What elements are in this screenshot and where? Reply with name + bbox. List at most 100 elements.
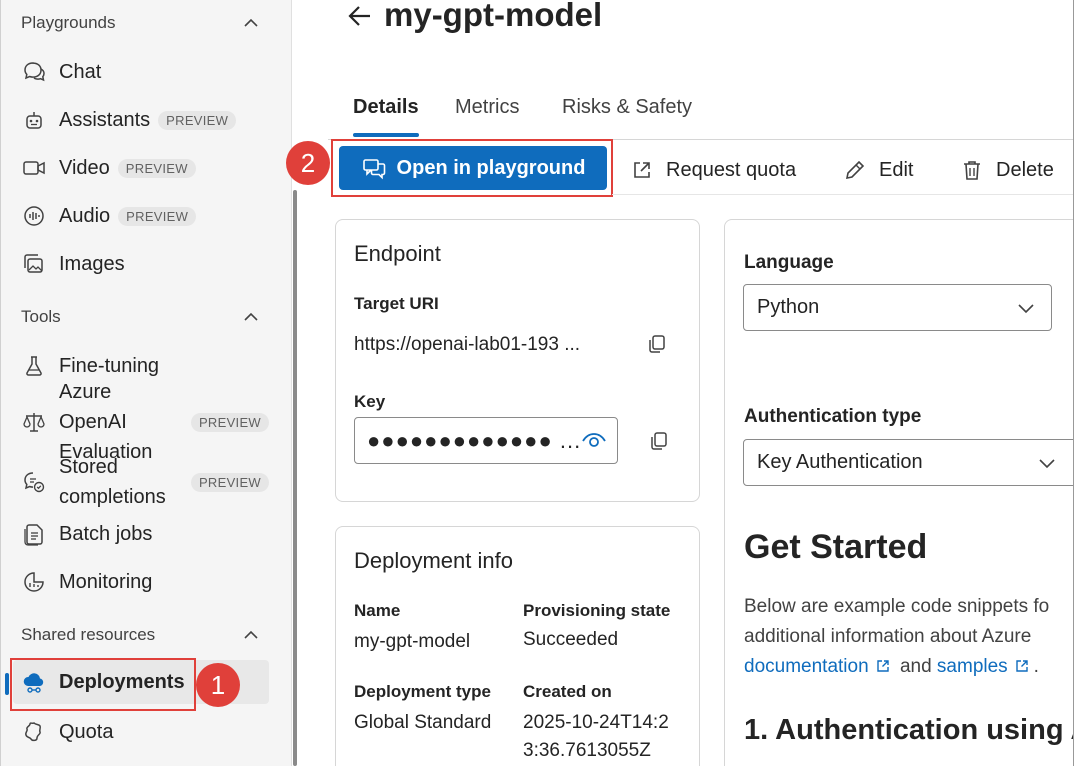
active-tab-indicator — [353, 133, 419, 137]
created-on-label: Created on — [523, 682, 612, 701]
video-icon — [19, 153, 49, 183]
sidebar-item-label: Stored completions — [59, 456, 166, 508]
sidebar-item-chat[interactable]: Chat — [13, 50, 269, 94]
images-icon — [19, 249, 49, 279]
section-tools-label: Tools — [21, 307, 61, 326]
get-started-heading: Get Started — [744, 528, 928, 566]
external-link-icon — [876, 660, 889, 672]
tab-details[interactable]: Details — [353, 96, 419, 119]
preview-badge: PREVIEW — [117, 158, 196, 178]
key-field[interactable]: ●●●●●●●●●●●●● ... — [354, 417, 618, 464]
tab-metrics[interactable]: Metrics — [455, 96, 519, 119]
stored-completions-icon — [19, 467, 49, 497]
request-quota-button[interactable]: Request quota — [630, 150, 796, 190]
scale-icon — [19, 407, 49, 437]
target-uri-label: Target URI — [354, 294, 439, 313]
preview-badge: PREVIEW — [158, 110, 237, 130]
target-uri-value: https://openai-lab01-193 ... — [354, 334, 581, 355]
external-link-icon — [1015, 660, 1028, 672]
sidebar-item-assistants[interactable]: Assistants PREVIEW — [13, 98, 269, 142]
copy-icon[interactable] — [646, 333, 668, 355]
highlight-box-deployments — [10, 658, 196, 711]
provisioning-state-value: Succeeded — [523, 629, 619, 650]
deployment-type-label: Deployment type — [354, 682, 491, 701]
auth-type-select[interactable]: Key Authentication — [743, 439, 1074, 486]
sidebar-item-audio[interactable]: Audio PREVIEW — [13, 194, 269, 238]
left-navigation: Playgrounds Chat Assistants PREVIEW Vide… — [0, 0, 292, 766]
chevron-down-icon — [1018, 304, 1034, 314]
documentation-link[interactable]: documentation — [744, 656, 869, 677]
intro-line-1: Below are example code snippets fo — [744, 596, 1050, 617]
sidebar-item-images[interactable]: Images — [13, 242, 269, 286]
eye-icon[interactable] — [581, 429, 607, 453]
sidebar-item-label: Assistants — [59, 108, 151, 131]
highlight-box-playground — [331, 139, 613, 197]
sidebar-item-video[interactable]: Video PREVIEW — [13, 146, 269, 190]
section-playgrounds-label: Playgrounds — [21, 13, 116, 32]
provisioning-state-label: Provisioning state — [523, 601, 671, 620]
chevron-up-icon[interactable] — [241, 13, 261, 33]
sidebar-item-quota[interactable]: Quota — [13, 710, 269, 754]
page-title: my-gpt-model — [384, 0, 603, 33]
step-badge-2: 2 — [286, 141, 330, 185]
trash-icon — [964, 161, 980, 180]
edit-button[interactable]: Edit — [843, 150, 913, 190]
audio-icon — [19, 201, 49, 231]
step-badge-1: 1 — [196, 663, 240, 707]
batch-jobs-icon — [19, 519, 49, 549]
sidebar-scrollbar[interactable] — [292, 0, 298, 766]
chevron-down-icon — [1039, 459, 1055, 469]
language-select[interactable]: Python — [743, 284, 1052, 331]
active-indicator — [5, 673, 9, 695]
toolbar-divider — [612, 194, 1074, 195]
created-on-value-line1: 2025-10-24T14:2 — [523, 712, 669, 733]
open-external-icon — [634, 162, 650, 178]
endpoint-title: Endpoint — [354, 241, 441, 266]
section-shared-resources[interactable]: Shared resources — [21, 622, 261, 648]
sidebar-item-batch-jobs[interactable]: Batch jobs — [13, 512, 269, 556]
delete-label: Delete — [996, 158, 1054, 181]
preview-badge: PREVIEW — [190, 412, 269, 432]
section-1-heading: 1. Authentication using A — [744, 714, 1074, 746]
preview-badge: PREVIEW — [190, 472, 269, 492]
sidebar-item-monitoring[interactable]: Monitoring — [13, 560, 269, 604]
language-value: Python — [757, 296, 820, 318]
section-tools[interactable]: Tools — [21, 304, 261, 330]
deployment-type-value: Global Standard — [354, 712, 492, 733]
section-playgrounds[interactable]: Playgrounds — [21, 10, 261, 36]
chevron-up-icon[interactable] — [241, 625, 261, 645]
intro-line-2: additional information about Azure — [744, 626, 1032, 647]
pencil-icon — [845, 160, 865, 180]
key-value: ●●●●●●●●●●●●● ... — [367, 427, 582, 453]
back-arrow-icon[interactable] — [344, 0, 376, 32]
period-text: . — [1033, 656, 1039, 677]
preview-badge: PREVIEW — [118, 206, 197, 226]
scrollbar-thumb[interactable] — [293, 190, 297, 766]
created-on-value-line2: 3:36.7613055Z — [523, 740, 651, 761]
sidebar-item-label: Batch jobs — [59, 522, 153, 545]
sidebar-item-label: Fine-tuning — [59, 354, 160, 377]
chevron-up-icon[interactable] — [241, 307, 261, 327]
sidebar-item-label: Video — [59, 156, 110, 179]
bot-icon — [19, 105, 49, 135]
monitoring-icon — [19, 567, 49, 597]
chat-icon — [19, 57, 49, 87]
language-label: Language — [744, 252, 834, 273]
sidebar-item-evaluation[interactable]: Azure OpenAI Evaluation PREVIEW — [13, 381, 269, 463]
flask-icon — [19, 351, 49, 381]
sidebar-item-label: Monitoring — [59, 570, 153, 593]
sidebar-item-stored-completions[interactable]: Stored completions PREVIEW — [13, 452, 269, 512]
sidebar-item-label: Audio — [59, 204, 111, 227]
copy-icon[interactable] — [648, 430, 670, 452]
tab-risks-safety[interactable]: Risks & Safety — [562, 96, 692, 119]
name-value: my-gpt-model — [354, 631, 471, 652]
auth-type-value: Key Authentication — [757, 451, 923, 473]
sidebar-item-label: Quota — [59, 720, 114, 743]
delete-button[interactable]: Delete — [960, 150, 1054, 190]
intro-line-3: documentation and samples. — [744, 652, 1039, 682]
samples-link[interactable]: samples — [937, 656, 1008, 677]
key-label: Key — [354, 392, 386, 411]
and-text: and — [899, 656, 932, 677]
name-label: Name — [354, 601, 401, 620]
auth-type-label: Authentication type — [744, 406, 922, 427]
